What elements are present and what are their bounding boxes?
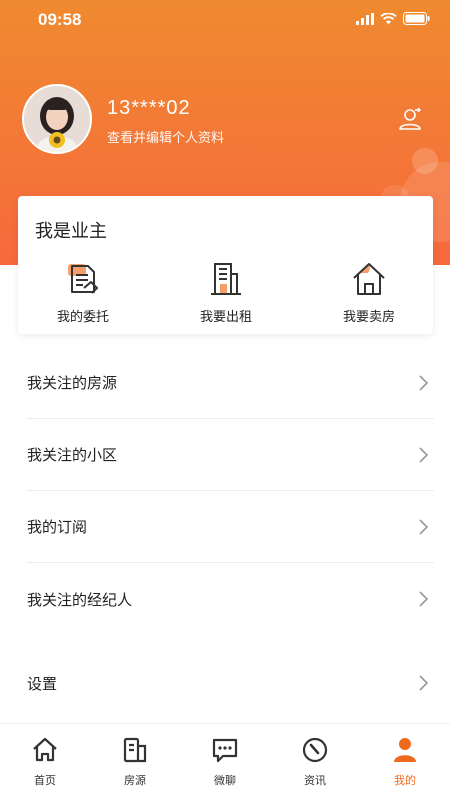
menu-subscriptions[interactable]: 我的订阅 (27, 491, 434, 563)
tab-label: 资讯 (304, 774, 326, 787)
news-icon (302, 737, 328, 763)
owner-item-label: 我要卖房 (342, 310, 395, 325)
building-rent-icon (211, 263, 241, 295)
menu-item-label: 我关注的房源 (27, 374, 118, 392)
status-time: 09:58 (38, 10, 82, 29)
avatar[interactable] (22, 84, 92, 154)
tab-chat[interactable]: 微聊 (180, 724, 270, 800)
status-bar: 09:58 (0, 0, 450, 40)
tab-label: 房源 (124, 774, 146, 787)
owner-section-title: 我是业主 (35, 221, 107, 242)
owner-card: 我是业主 我的委托 我要出租 我要卖房 (18, 196, 433, 334)
profile-icon (394, 738, 416, 762)
rent-out-button[interactable]: 我要出租 (171, 260, 281, 326)
menu-followed-communities[interactable]: 我关注的小区 (27, 419, 434, 491)
tab-listings[interactable]: 房源 (90, 724, 180, 800)
battery-icon (403, 12, 430, 25)
my-entrust-button[interactable]: 我的委托 (28, 260, 138, 326)
listing-icon (123, 737, 147, 763)
menu-item-label: 我关注的经纪人 (27, 590, 133, 609)
tab-label: 我的 (394, 774, 416, 787)
signal-icon (356, 12, 374, 25)
bottom-tab-bar: 首页 房源 微聊 资讯 我的 (0, 723, 450, 800)
tab-label: 微聊 (214, 774, 236, 787)
menu-settings[interactable]: 设置 (27, 647, 434, 719)
menu-followed-agents[interactable]: 我关注的经纪人 (27, 563, 434, 635)
house-sell-icon (353, 263, 385, 295)
username[interactable]: 13****02 (107, 97, 191, 120)
tab-label: 首页 (34, 774, 56, 787)
tab-home[interactable]: 首页 (0, 724, 90, 800)
menu-list: 我关注的房源 我关注的小区 我的订阅 我关注的经纪人 设置 (0, 347, 450, 719)
menu-followed-listings[interactable]: 我关注的房源 (27, 347, 434, 419)
status-icons (356, 12, 430, 25)
chevron-right-icon (419, 591, 428, 607)
user-avatar-photo (24, 86, 90, 152)
chevron-right-icon (419, 675, 428, 691)
menu-item-label: 设置 (27, 674, 58, 693)
home-icon (33, 737, 57, 762)
chat-icon (212, 738, 238, 763)
user-switch-icon (399, 107, 421, 130)
tab-news[interactable]: 资讯 (270, 724, 360, 800)
edit-profile-link[interactable]: 查看并编辑个人资料 (107, 127, 224, 146)
wifi-icon (380, 12, 397, 24)
menu-item-label: 我关注的小区 (27, 446, 118, 464)
owner-item-label: 我要出租 (199, 310, 252, 325)
tab-profile[interactable]: 我的 (360, 724, 450, 800)
chevron-right-icon (419, 447, 428, 463)
chevron-right-icon (419, 519, 428, 535)
user-switch-button[interactable] (396, 105, 426, 135)
sell-house-button[interactable]: 我要卖房 (314, 260, 424, 326)
menu-item-label: 我的订阅 (27, 518, 88, 536)
owner-item-label: 我的委托 (56, 310, 109, 325)
chevron-right-icon (419, 375, 428, 391)
document-entrust-icon (68, 264, 98, 294)
